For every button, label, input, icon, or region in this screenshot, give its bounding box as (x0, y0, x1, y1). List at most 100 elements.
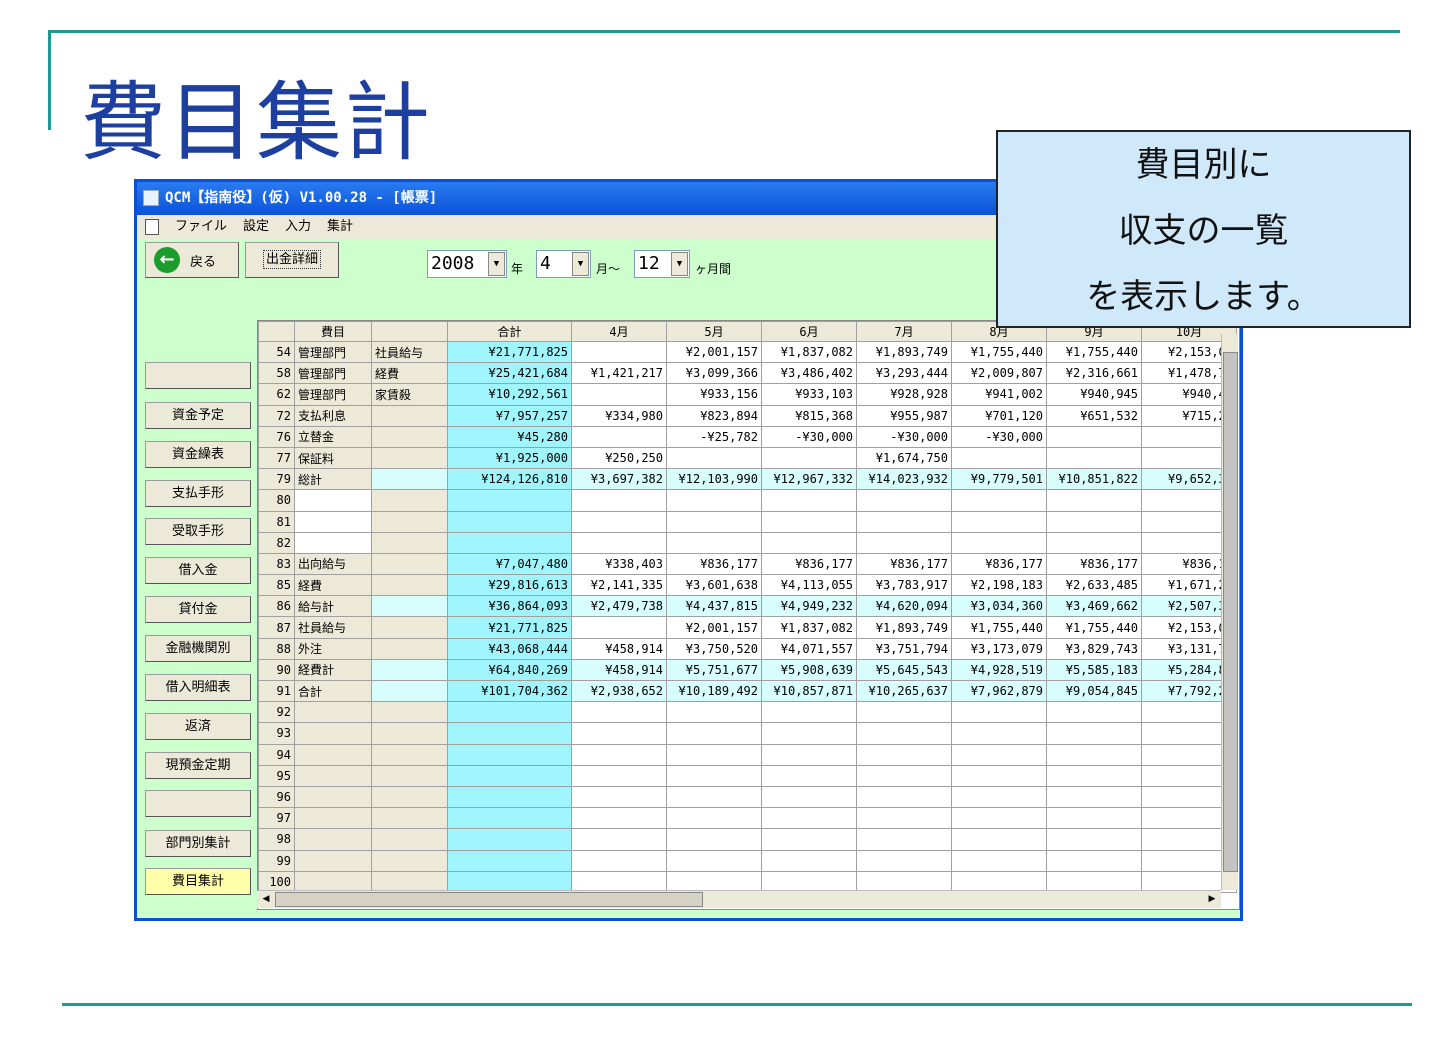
total-cell[interactable]: ¥45,280 (447, 425, 572, 448)
total-cell[interactable]: ¥10,292,561 (447, 383, 572, 406)
table-row[interactable]: 85 経費 ¥29,816,613 ¥2,141,335 ¥3,601,638 ¥4,11… (258, 574, 1237, 597)
month-value-cell[interactable] (951, 849, 1047, 872)
month-value-cell[interactable]: ¥3,697,382 (571, 468, 667, 491)
category-cell[interactable]: 経費 (294, 574, 372, 597)
row-number[interactable]: 85 (258, 574, 295, 597)
month-value-cell[interactable]: ¥3,601,638 (666, 574, 762, 597)
category-cell[interactable] (294, 531, 372, 554)
month-value-cell[interactable]: -¥25,782 (666, 425, 762, 448)
horizontal-scrollbar[interactable]: ◀ ▶ (257, 890, 1221, 908)
row-number[interactable]: 83 (258, 552, 295, 576)
total-cell[interactable]: ¥101,704,362 (447, 679, 572, 703)
subcategory-cell[interactable]: 経費 (371, 362, 448, 385)
category-cell[interactable]: 給与計 (294, 595, 372, 618)
month-value-cell[interactable] (1046, 743, 1142, 766)
subcategory-cell[interactable] (371, 425, 448, 448)
sidebar-item-borrowings[interactable]: 借入金 (145, 557, 251, 584)
category-cell[interactable] (294, 489, 372, 512)
category-cell[interactable] (294, 701, 372, 724)
month-value-cell[interactable] (951, 785, 1047, 809)
category-cell[interactable]: 外注 (294, 637, 372, 660)
month-value-cell[interactable] (666, 446, 762, 470)
month-value-cell[interactable]: ¥836,177 (666, 552, 762, 576)
category-cell[interactable]: 立替金 (294, 425, 372, 448)
payment-detail-button[interactable]: 出金詳細 (245, 242, 339, 278)
table-row[interactable]: 94 (258, 743, 1237, 766)
row-number[interactable]: 82 (258, 531, 295, 554)
month-value-cell[interactable] (666, 531, 762, 554)
total-cell[interactable] (447, 531, 572, 554)
subcategory-cell[interactable] (371, 595, 448, 618)
month-value-cell[interactable]: ¥2,479,738 (571, 595, 667, 618)
table-row[interactable]: 95 (258, 764, 1237, 787)
month-value-cell[interactable]: ¥10,265,637 (856, 679, 952, 703)
table-row[interactable]: 82 (258, 531, 1237, 554)
month-value-cell[interactable]: ¥458,914 (571, 658, 667, 682)
month-value-cell[interactable]: ¥9,054,845 (1046, 679, 1142, 703)
month-value-cell[interactable]: ¥5,751,677 (666, 658, 762, 682)
table-row[interactable]: 83 出向給与 ¥7,047,480 ¥338,403 ¥836,177 ¥836,177… (258, 552, 1237, 576)
table-row[interactable]: 58 管理部門 経費 ¥25,421,684 ¥1,421,217 ¥3,099,366 ¥… (258, 362, 1237, 385)
total-cell[interactable] (447, 764, 572, 787)
month-value-cell[interactable] (1046, 785, 1142, 809)
sidebar-item-blank-2[interactable] (145, 790, 251, 817)
total-cell[interactable] (447, 807, 572, 830)
month-value-cell[interactable] (571, 383, 667, 406)
month-value-cell[interactable] (951, 446, 1047, 470)
menu-file[interactable]: ファイル (175, 215, 227, 239)
month-value-cell[interactable] (761, 722, 857, 745)
total-cell[interactable]: ¥64,840,269 (447, 658, 572, 682)
subcategory-cell[interactable] (371, 658, 448, 682)
month-value-cell[interactable]: ¥10,857,871 (761, 679, 857, 703)
month-value-cell[interactable]: ¥836,177 (1046, 552, 1142, 576)
row-number[interactable]: 81 (258, 510, 295, 533)
month-value-cell[interactable]: ¥933,103 (761, 383, 857, 406)
month-value-cell[interactable]: ¥2,198,183 (951, 574, 1047, 597)
month-value-cell[interactable]: ¥4,071,557 (761, 637, 857, 660)
month-value-cell[interactable] (856, 764, 952, 787)
subcategory-cell[interactable]: 家賃殺 (371, 383, 448, 406)
row-number[interactable]: 54 (258, 340, 295, 364)
month-value-cell[interactable] (856, 531, 952, 554)
month-value-cell[interactable] (1046, 446, 1142, 470)
month-value-cell[interactable]: ¥3,099,366 (666, 362, 762, 385)
table-row[interactable]: 76 立替金 ¥45,280 -¥25,782 -¥30,000 -¥30,000 -¥30… (258, 425, 1237, 448)
subcategory-cell[interactable] (371, 489, 448, 512)
subcategory-cell[interactable] (371, 510, 448, 533)
row-number[interactable]: 77 (258, 446, 295, 470)
month-value-cell[interactable] (856, 489, 952, 512)
total-cell[interactable]: ¥7,047,480 (447, 552, 572, 576)
month-value-cell[interactable]: ¥823,894 (666, 404, 762, 427)
vertical-scroll-thumb[interactable] (1223, 352, 1238, 872)
month-value-cell[interactable]: ¥928,928 (856, 383, 952, 406)
month-value-cell[interactable] (666, 807, 762, 830)
month-value-cell[interactable]: ¥3,751,794 (856, 637, 952, 660)
table-row[interactable]: 96 (258, 785, 1237, 809)
month-value-cell[interactable]: ¥4,928,519 (951, 658, 1047, 682)
category-cell[interactable] (294, 849, 372, 872)
month-value-cell[interactable] (1046, 425, 1142, 448)
vertical-scrollbar[interactable] (1221, 334, 1238, 890)
month-value-cell[interactable] (1046, 489, 1142, 512)
month-value-cell[interactable]: ¥836,177 (951, 552, 1047, 576)
month-value-cell[interactable] (951, 807, 1047, 830)
month-value-cell[interactable]: ¥3,293,444 (856, 362, 952, 385)
month-value-cell[interactable] (666, 722, 762, 745)
month-value-cell[interactable]: ¥250,250 (571, 446, 667, 470)
month-value-cell[interactable]: ¥1,755,440 (1046, 340, 1142, 364)
row-number[interactable]: 87 (258, 616, 295, 639)
category-cell[interactable] (294, 785, 372, 809)
month-value-cell[interactable] (666, 743, 762, 766)
table-row[interactable]: 90 経費計 ¥64,840,269 ¥458,914 ¥5,751,677 ¥5,908… (258, 658, 1237, 682)
span-select[interactable]: 12 ▼ (634, 250, 690, 278)
month-value-cell[interactable] (1046, 510, 1142, 533)
row-number[interactable]: 79 (258, 468, 295, 491)
category-cell[interactable]: 経費計 (294, 658, 372, 682)
month-value-cell[interactable] (951, 743, 1047, 766)
month-value-cell[interactable]: ¥4,949,232 (761, 595, 857, 618)
table-row[interactable]: 91 合計 ¥101,704,362 ¥2,938,652 ¥10,189,492 ¥10… (258, 679, 1237, 703)
month-value-cell[interactable] (761, 785, 857, 809)
total-cell[interactable]: ¥21,771,825 (447, 616, 572, 639)
month-value-cell[interactable]: -¥30,000 (856, 425, 952, 448)
month-value-cell[interactable] (571, 722, 667, 745)
